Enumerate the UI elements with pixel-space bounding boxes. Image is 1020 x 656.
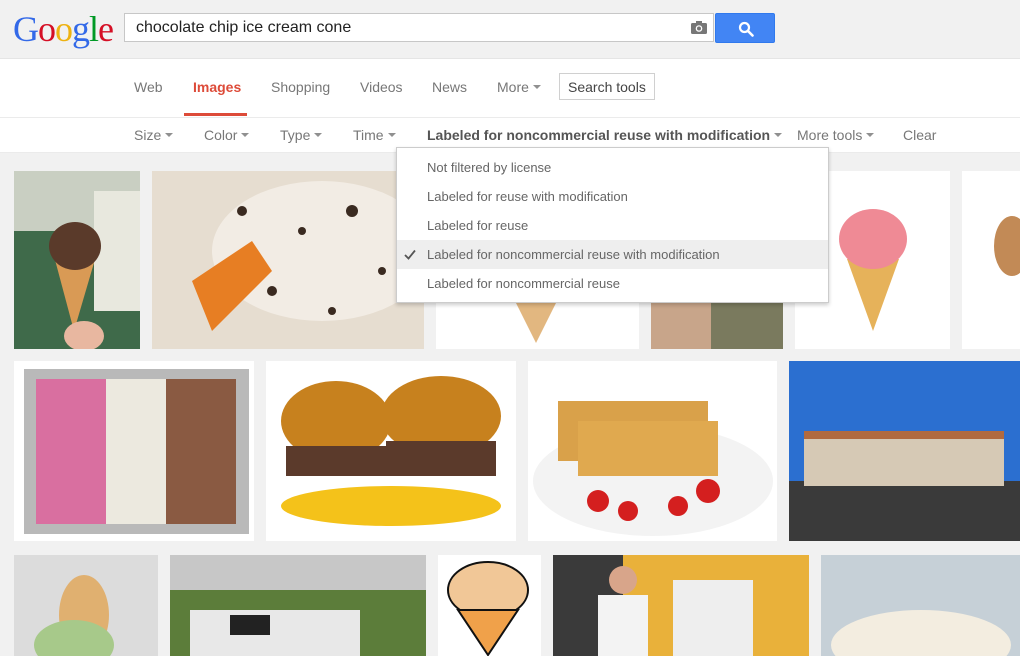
- license-option-selected[interactable]: Labeled for noncommercial reuse with mod…: [397, 240, 828, 269]
- color-filter-label: Color: [204, 127, 238, 143]
- checkmark-icon: [404, 249, 416, 260]
- license-dropdown-menu: Not filtered by license Labeled for reus…: [396, 147, 829, 303]
- search-box: [124, 13, 714, 42]
- type-filter-label: Type: [280, 127, 311, 143]
- tab-news[interactable]: News: [432, 79, 467, 95]
- logo-letter: l: [89, 9, 99, 49]
- chevron-down-icon: [387, 133, 396, 138]
- tab-shopping[interactable]: Shopping: [271, 79, 330, 95]
- tab-more-label: More: [497, 79, 529, 95]
- image-result[interactable]: [553, 555, 809, 656]
- chevron-down-icon: [241, 133, 250, 138]
- image-result[interactable]: [14, 171, 140, 349]
- license-option[interactable]: Labeled for noncommercial reuse: [397, 269, 828, 298]
- image-result[interactable]: [14, 555, 158, 656]
- image-result[interactable]: [170, 555, 426, 656]
- image-result[interactable]: [152, 171, 424, 349]
- logo-letter: o: [55, 9, 73, 49]
- color-filter[interactable]: Color: [204, 127, 250, 143]
- time-filter[interactable]: Time: [353, 127, 396, 143]
- active-tab-indicator: [184, 113, 247, 116]
- time-filter-label: Time: [353, 127, 384, 143]
- image-result[interactable]: [789, 361, 1020, 541]
- license-option[interactable]: Labeled for reuse with modification: [397, 182, 828, 211]
- chevron-down-icon: [165, 133, 174, 138]
- image-result[interactable]: [436, 303, 639, 349]
- license-option-label: Labeled for reuse with modification: [427, 189, 628, 204]
- more-tools-label: More tools: [797, 127, 863, 143]
- image-result[interactable]: [651, 303, 783, 349]
- top-bar: Google: [0, 0, 1020, 59]
- search-tools-button[interactable]: Search tools: [559, 73, 655, 100]
- search-button[interactable]: [715, 13, 775, 43]
- license-filter[interactable]: Labeled for noncommercial reuse with mod…: [427, 127, 783, 143]
- tab-web[interactable]: Web: [134, 79, 163, 95]
- clear-filters-link[interactable]: Clear: [903, 127, 936, 143]
- chevron-down-icon: [532, 85, 541, 90]
- search-type-tabs: Web Images Shopping Videos News More Sea…: [0, 59, 1020, 118]
- logo-letter: e: [98, 9, 114, 49]
- chevron-down-icon: [314, 133, 323, 138]
- license-option-label: Labeled for noncommercial reuse: [427, 276, 620, 291]
- image-result[interactable]: [438, 555, 541, 656]
- license-option-label: Labeled for reuse: [427, 218, 529, 233]
- image-result[interactable]: [14, 361, 254, 541]
- logo-letter: o: [38, 9, 56, 49]
- license-option-label: Labeled for noncommercial reuse with mod…: [427, 247, 720, 262]
- search-icon: [738, 21, 754, 37]
- license-option[interactable]: Not filtered by license: [397, 153, 828, 182]
- size-filter[interactable]: Size: [134, 127, 174, 143]
- tab-images[interactable]: Images: [193, 79, 241, 95]
- license-option[interactable]: Labeled for reuse: [397, 211, 828, 240]
- license-filter-label: Labeled for noncommercial reuse with mod…: [427, 127, 771, 143]
- image-result[interactable]: [528, 361, 777, 541]
- tab-videos[interactable]: Videos: [360, 79, 403, 95]
- logo-letter: G: [13, 9, 39, 49]
- type-filter[interactable]: Type: [280, 127, 323, 143]
- google-logo[interactable]: Google: [13, 9, 114, 49]
- license-option-label: Not filtered by license: [427, 160, 552, 175]
- size-filter-label: Size: [134, 127, 162, 143]
- image-result[interactable]: [266, 361, 516, 541]
- image-result[interactable]: [821, 555, 1020, 656]
- search-input[interactable]: [136, 19, 676, 37]
- chevron-down-icon: [774, 133, 783, 138]
- image-result[interactable]: [962, 171, 1020, 349]
- camera-icon[interactable]: [690, 20, 708, 35]
- tab-more[interactable]: More: [497, 79, 541, 95]
- logo-letter: g: [72, 9, 90, 49]
- more-tools-filter[interactable]: More tools: [797, 127, 875, 143]
- chevron-down-icon: [866, 133, 875, 138]
